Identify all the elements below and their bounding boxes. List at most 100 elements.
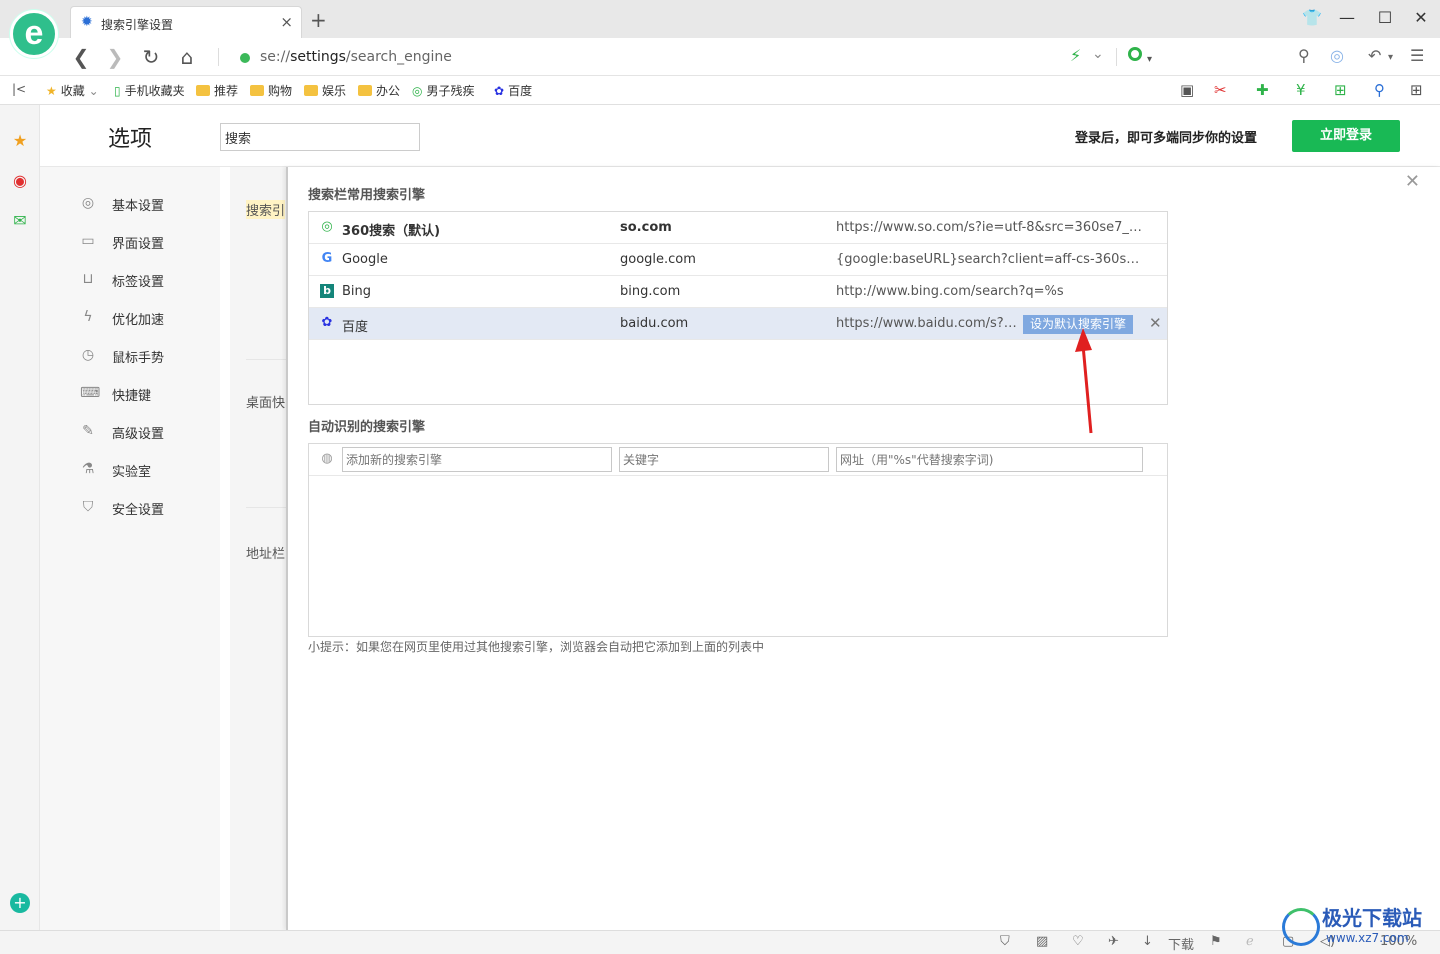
sidebar-item-mouse-gesture[interactable]: ◷ 鼠标手势 [80, 345, 220, 369]
magnifier-icon[interactable]: ⚲ [1374, 81, 1385, 99]
engine-row-baidu[interactable]: ✿ 百度 baidu.com https://www.baidu.com/s?w… [309, 308, 1167, 340]
globe-icon: ◍ [321, 451, 333, 466]
undo-icon[interactable]: ↶ [1368, 46, 1381, 65]
tab-search-engine-settings[interactable]: ✹ 搜索引擎设置 × [70, 6, 302, 39]
flag-icon[interactable]: ⚑ [1210, 934, 1222, 949]
download-arrow-icon[interactable]: ↓ [1142, 934, 1153, 949]
google-icon: G [321, 251, 333, 266]
hint-text: 小提示：如果您在网页里使用过其他搜索引擎，浏览器会自动把它添加到上面的列表中 [308, 640, 765, 654]
options-search-input[interactable] [220, 123, 420, 151]
sidebar-item-advanced[interactable]: ✎ 高级设置 [80, 421, 220, 445]
translate-icon[interactable]: ◎ [1330, 46, 1344, 65]
tab-icon: ⊔ [82, 271, 94, 287]
navigation-bar: ❮ ❯ ↻ ⌂ se://settings/search_engine ⚡ ⌄ … [0, 38, 1440, 76]
watermark-url: www.xz7.com [1326, 931, 1409, 945]
keyboard-icon: ⌨ [80, 385, 101, 401]
section-title-auto-engines: 自动识别的搜索引擎 [308, 420, 426, 435]
close-window-button[interactable]: ✕ [1410, 8, 1432, 27]
secure-icon [240, 53, 250, 63]
maximize-button[interactable]: ☐ [1374, 8, 1396, 27]
bookmarks-bar: |< ★ 收藏 ⌄ ▯ 手机收藏夹 推荐 购物 娱乐 办公 ◎ 男子残疾 ✿ 百度 ▣ … [0, 76, 1440, 105]
bookmark-folder-recommend[interactable]: 推荐 [196, 82, 238, 99]
set-default-engine-button[interactable]: 设为默认搜索引擎 [1023, 315, 1134, 334]
chevron-down-icon[interactable]: ▾ [1147, 54, 1152, 65]
weibo-icon[interactable]: ◉ [10, 171, 30, 191]
heart-rate-icon[interactable]: ♡ [1072, 934, 1084, 949]
360-search-icon: ◎ [321, 219, 333, 234]
baidu-paw-icon: ✿ [321, 315, 333, 330]
chevron-down-icon[interactable]: ▾ [1388, 52, 1393, 63]
watermark-logo-icon [1282, 908, 1320, 946]
image-icon[interactable]: ▨ [1036, 934, 1048, 949]
mail-icon[interactable]: ✉ [10, 211, 30, 231]
bing-icon: b [320, 284, 334, 298]
speed-mode-icon[interactable]: ⚡ [1070, 46, 1081, 65]
search-icon[interactable]: ⚲ [1298, 46, 1310, 65]
download-label[interactable]: 下载 [1168, 934, 1194, 953]
sidebar-item-optimize[interactable]: ϟ 优化加速 [80, 307, 220, 331]
back-button[interactable]: ❮ [68, 44, 94, 70]
address-bar[interactable]: se://settings/search_engine [228, 42, 1118, 72]
folder-icon [304, 85, 318, 96]
collapse-sidebar-icon[interactable]: |< [12, 82, 26, 96]
bookmark-favorites[interactable]: ★ 收藏 ⌄ [46, 82, 99, 99]
wrench-icon: ✎ [82, 423, 94, 439]
new-tab-button[interactable]: + [310, 10, 327, 30]
watermark: 极光下载站 www.xz7.com [1282, 902, 1432, 950]
reload-button[interactable]: ↻ [138, 44, 164, 70]
sidebar-item-basic[interactable]: ◎ 基本设置 [80, 193, 220, 217]
sidebar-item-interface[interactable]: ▭ 界面设置 [80, 231, 220, 255]
gear-icon: ✹ [81, 14, 93, 30]
dialog-close-icon[interactable]: ✕ [1405, 171, 1420, 192]
settings-content-behind: 搜索引 桌面快 地址栏 [230, 167, 290, 930]
engine-row-google[interactable]: G Google google.com {google:baseURL}sear… [309, 244, 1167, 276]
new-engine-url-input[interactable] [836, 447, 1143, 472]
favorites-star-icon[interactable]: ★ [10, 131, 30, 151]
home-button[interactable]: ⌂ [174, 44, 200, 70]
delete-engine-icon[interactable]: ✕ [1149, 314, 1162, 332]
minimize-button[interactable]: — [1336, 8, 1358, 27]
sidebar-item-lab[interactable]: ⚗ 实验室 [80, 459, 220, 483]
menu-icon[interactable]: ☰ [1410, 46, 1424, 65]
new-engine-name-input[interactable] [342, 447, 612, 472]
lightning-icon: ϟ [83, 309, 93, 325]
game-icon[interactable]: ⊞ [1334, 81, 1347, 99]
engine-row-bing[interactable]: b Bing bing.com http://www.bing.com/sear… [309, 276, 1167, 308]
browser-logo-icon: e [24, 14, 44, 52]
money-icon[interactable]: ¥ [1296, 81, 1306, 99]
engine-row-360[interactable]: ◎ 360搜索（默认) so.com https://www.so.com/s?… [309, 212, 1167, 244]
360-search-icon: ◎ [412, 84, 423, 98]
reader-icon[interactable]: ▣ [1180, 81, 1194, 99]
browser-logo[interactable]: e [10, 10, 58, 58]
ie-icon[interactable]: ℯ [1246, 934, 1254, 949]
folder-icon [250, 85, 264, 96]
bookmark-360[interactable]: ◎ 男子残疾 [412, 82, 475, 99]
chevron-down-icon[interactable]: ⌄ [1092, 46, 1104, 62]
mouse-icon: ◷ [81, 347, 95, 363]
shield-icon[interactable]: ⛉ [1000, 934, 1010, 949]
tab-close-icon[interactable]: × [280, 13, 293, 31]
sidebar-item-security[interactable]: ⛉ 安全设置 [80, 497, 220, 521]
apps-icon[interactable]: ⊞ [1410, 81, 1423, 99]
add-app-icon[interactable]: + [10, 893, 30, 913]
bookmark-baidu[interactable]: ✿ 百度 [494, 82, 532, 99]
title-bar: ✹ 搜索引擎设置 × + 👕 — ☐ ✕ [0, 0, 1440, 39]
bookmark-mobile[interactable]: ▯ 手机收藏夹 [114, 82, 185, 99]
sidebar-item-shortcuts[interactable]: ⌨ 快捷键 [80, 383, 220, 407]
sidebar-item-tabs[interactable]: ⊔ 标签设置 [80, 269, 220, 293]
bookmark-folder-entertainment[interactable]: 娱乐 [304, 82, 346, 99]
login-tip: 登录后，即可多端同步你的设置 [1075, 131, 1258, 146]
pin-icon[interactable]: ✈ [1108, 934, 1119, 949]
translate-plus-icon[interactable]: ✚ [1256, 81, 1269, 99]
new-engine-keyword-input[interactable] [619, 447, 829, 472]
bookmark-folder-shopping[interactable]: 购物 [250, 82, 292, 99]
search-engine-icon[interactable] [1128, 47, 1142, 61]
star-icon: ★ [46, 84, 57, 98]
login-button[interactable]: 立即登录 [1292, 120, 1400, 152]
bookmark-folder-office[interactable]: 办公 [358, 82, 400, 99]
section-label-desktop: 桌面快 [246, 396, 286, 411]
phone-icon: ▯ [114, 84, 121, 98]
skin-icon[interactable]: 👕 [1301, 8, 1323, 27]
forward-button[interactable]: ❯ [102, 44, 128, 70]
scissors-icon[interactable]: ✂ [1214, 81, 1227, 99]
